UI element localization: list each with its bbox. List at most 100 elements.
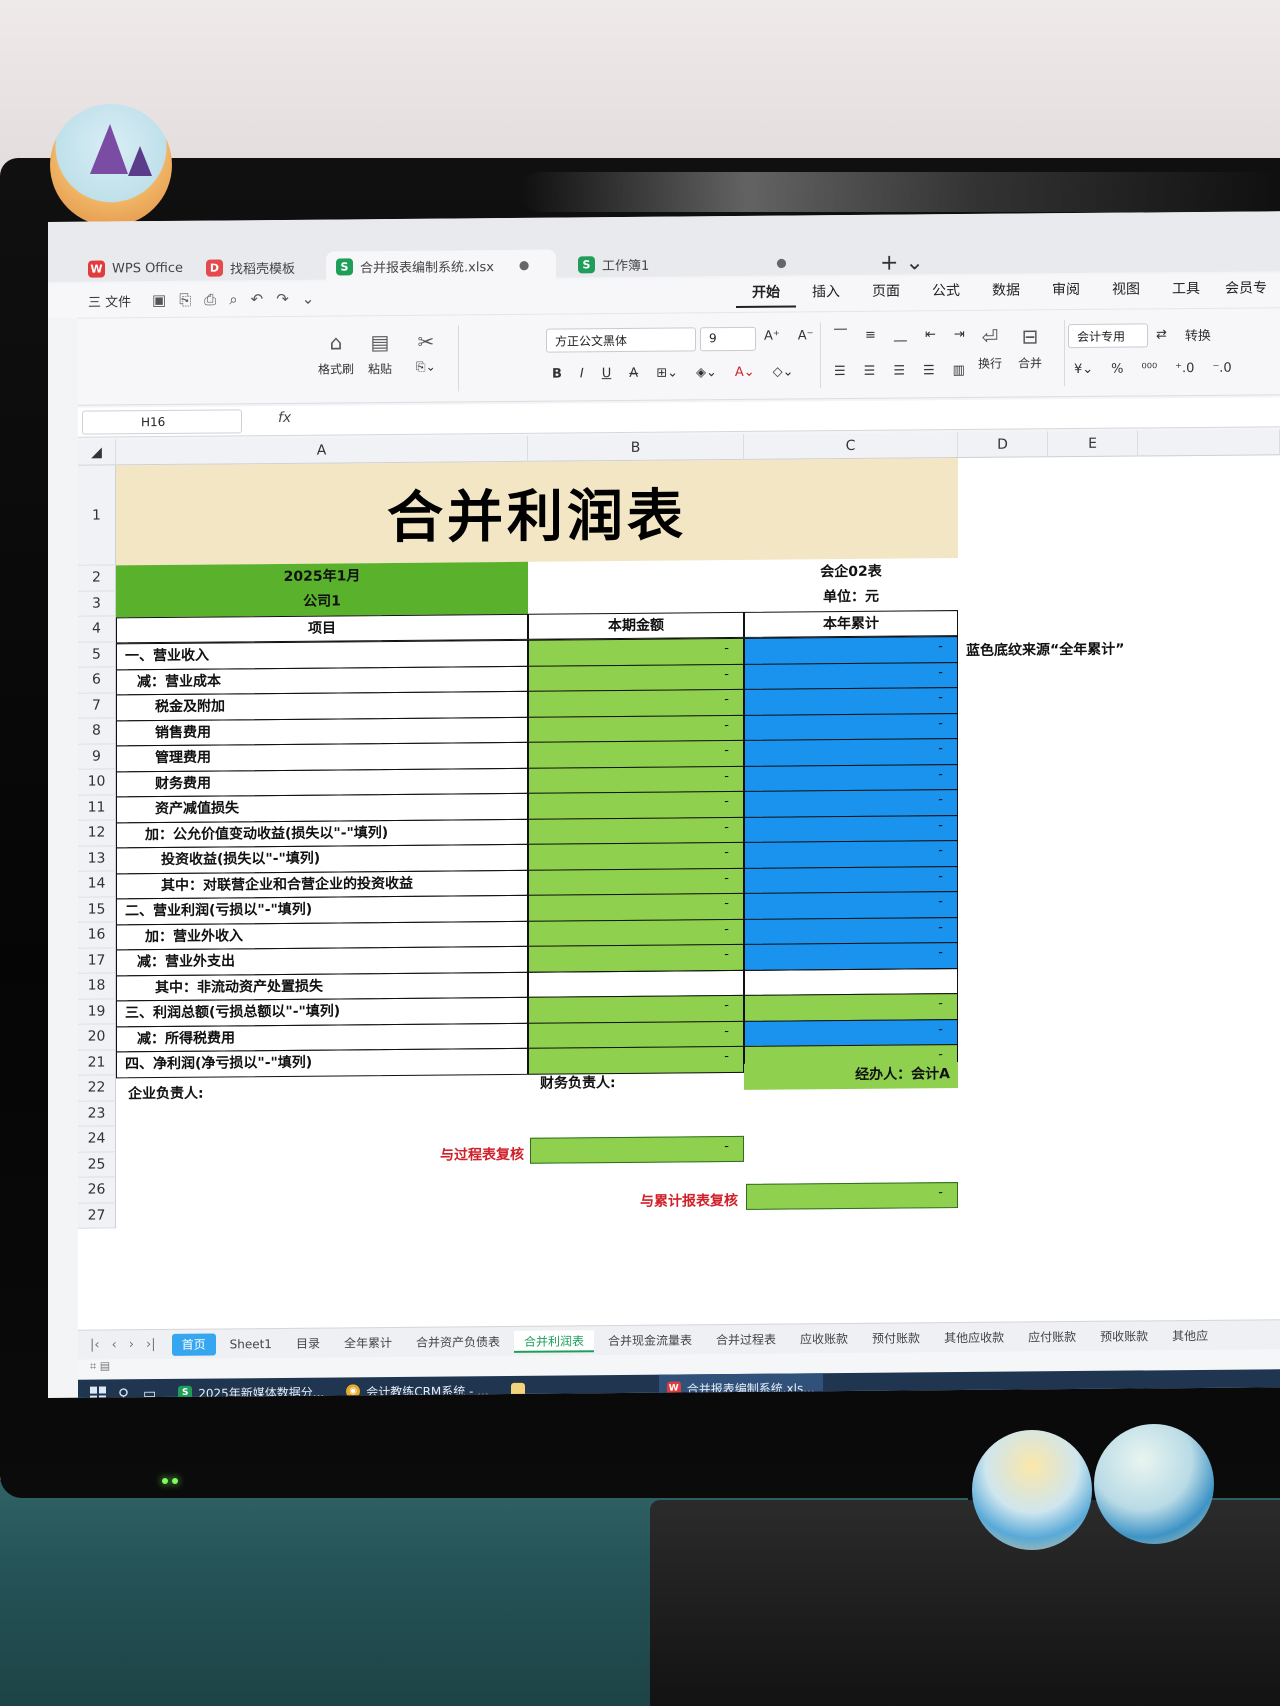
row-header[interactable]: 2 bbox=[78, 565, 116, 592]
row-header[interactable]: 25 bbox=[78, 1151, 116, 1178]
tab-home[interactable]: 开始 bbox=[736, 281, 796, 308]
select-all-corner[interactable]: ◢ bbox=[78, 439, 116, 466]
row-header[interactable]: 24 bbox=[78, 1126, 116, 1153]
percent-icon[interactable]: % bbox=[1111, 362, 1123, 377]
row-header[interactable]: 19 bbox=[78, 998, 116, 1025]
align-bottom-icon[interactable]: ⎽ bbox=[894, 328, 907, 343]
italic-icon[interactable]: I bbox=[580, 366, 584, 381]
align-center-icon[interactable]: ☰ bbox=[864, 364, 876, 379]
indent-increase-icon[interactable]: ⇥ bbox=[954, 327, 965, 342]
sheet-tab[interactable]: 预付账款 bbox=[862, 1327, 930, 1350]
align-middle-icon[interactable]: ≡ bbox=[865, 328, 876, 343]
sheet-tab[interactable]: 应付账款 bbox=[1018, 1325, 1086, 1348]
sheet-tab[interactable]: 合并利润表 bbox=[513, 1329, 594, 1353]
first-sheet-icon[interactable]: |‹ bbox=[90, 1338, 100, 1353]
underline-icon[interactable]: U bbox=[602, 366, 612, 381]
row-header[interactable]: 9 bbox=[78, 743, 116, 770]
task-view-icon[interactable]: ▭ bbox=[143, 1386, 156, 1398]
tab-view[interactable]: 视图 bbox=[1096, 278, 1156, 305]
row-header[interactable]: 23 bbox=[78, 1100, 116, 1127]
current-period-cell[interactable]: - bbox=[528, 714, 744, 743]
row-header[interactable]: 5 bbox=[78, 641, 116, 668]
tab-page[interactable]: 页面 bbox=[856, 280, 916, 307]
prev-sheet-icon[interactable]: ‹ bbox=[112, 1337, 117, 1352]
sheet-tab[interactable]: 全年累计 bbox=[334, 1331, 402, 1354]
current-period-cell[interactable] bbox=[528, 969, 744, 998]
current-period-cell[interactable]: - bbox=[528, 1045, 744, 1075]
year-to-date-cell[interactable]: - bbox=[744, 891, 958, 920]
year-to-date-cell[interactable]: - bbox=[744, 1018, 958, 1047]
font-grow-icon[interactable]: A⁺ bbox=[764, 329, 780, 344]
row-header[interactable]: 7 bbox=[78, 692, 116, 719]
current-period-cell[interactable]: - bbox=[528, 765, 744, 794]
year-to-date-cell[interactable]: - bbox=[744, 661, 958, 690]
year-to-date-cell[interactable]: - bbox=[744, 763, 958, 792]
windows-start-icon[interactable] bbox=[90, 1386, 106, 1398]
tab-formula[interactable]: 公式 bbox=[916, 280, 976, 307]
note-blue-source[interactable]: 蓝色底纹来源“全年累计” bbox=[966, 639, 1124, 660]
year-to-date-cell[interactable]: - bbox=[744, 738, 958, 767]
current-period-cell[interactable]: - bbox=[528, 637, 744, 667]
row-header[interactable]: 4 bbox=[78, 616, 116, 643]
sheet-tab[interactable]: Sheet1 bbox=[220, 1332, 282, 1355]
print-icon[interactable]: ⎙ bbox=[204, 291, 216, 309]
column-header[interactable]: D bbox=[958, 431, 1048, 459]
year-to-date-cell[interactable]: - bbox=[744, 942, 958, 971]
row-header[interactable]: 12 bbox=[78, 820, 116, 847]
fill-color-icon[interactable]: ◈⌄ bbox=[696, 365, 717, 380]
report-title[interactable]: 合并利润表 bbox=[116, 458, 958, 566]
new-tab-button[interactable]: + ⌄ bbox=[880, 250, 924, 275]
year-to-date-cell[interactable]: - bbox=[744, 636, 958, 665]
signer-handler[interactable]: 经办人：会计A bbox=[744, 1062, 958, 1090]
row-header[interactable]: 15 bbox=[78, 896, 116, 923]
header-year-to-date[interactable]: 本年累计 bbox=[744, 610, 958, 638]
bold-icon[interactable]: B bbox=[552, 367, 562, 382]
window-tab-workbook1[interactable]: S 工作簿1 ● bbox=[568, 247, 800, 279]
sheet-tab[interactable]: 预收账款 bbox=[1090, 1325, 1158, 1348]
chevron-down-icon[interactable]: ⌄ bbox=[302, 290, 315, 308]
copy-icon[interactable]: ⎘⌄ bbox=[416, 360, 436, 375]
current-period-cell[interactable]: - bbox=[528, 892, 744, 922]
column-header[interactable]: A bbox=[116, 435, 528, 466]
convert-button[interactable]: ⇄ 转换 bbox=[1156, 325, 1211, 344]
current-period-cell[interactable]: - bbox=[528, 816, 744, 845]
next-sheet-icon[interactable]: › bbox=[129, 1337, 134, 1352]
current-period-cell[interactable]: - bbox=[528, 739, 744, 769]
year-to-date-cell[interactable]: - bbox=[744, 789, 958, 818]
row-header[interactable]: 20 bbox=[78, 1024, 116, 1051]
window-tab-active-workbook[interactable]: S 合并报表编制系统.xlsx ● bbox=[326, 249, 556, 282]
row-header[interactable]: 3 bbox=[78, 590, 116, 617]
check-cumulative-value[interactable]: - bbox=[746, 1182, 958, 1210]
column-header[interactable]: E bbox=[1048, 430, 1138, 458]
current-period-cell[interactable]: - bbox=[528, 918, 744, 947]
row-header[interactable]: 13 bbox=[78, 845, 116, 872]
current-period-cell[interactable]: - bbox=[528, 1020, 744, 1049]
current-period-cell[interactable]: - bbox=[528, 790, 744, 820]
paste-button[interactable]: ▤ 粘贴 bbox=[368, 330, 392, 377]
column-header[interactable] bbox=[1138, 429, 1280, 457]
current-period-cell[interactable]: - bbox=[528, 841, 744, 871]
year-to-date-cell[interactable]: - bbox=[744, 840, 958, 869]
decimal-increase-icon[interactable]: ⁺.0 bbox=[1175, 361, 1194, 376]
sheet-tab[interactable]: 合并现金流量表 bbox=[598, 1329, 702, 1352]
border-icon[interactable]: ⊞⌄ bbox=[656, 366, 678, 381]
indent-decrease-icon[interactable]: ⇤ bbox=[925, 327, 936, 342]
sheet-tab[interactable]: 应收账款 bbox=[790, 1327, 858, 1350]
align-left-icon[interactable]: ☰ bbox=[834, 364, 846, 379]
line-item-label[interactable]: 四、净利润(净亏损以"-"填列) bbox=[116, 1047, 528, 1078]
check-process-value[interactable]: - bbox=[530, 1135, 744, 1164]
row-header[interactable]: 17 bbox=[78, 947, 116, 974]
row-header[interactable]: 10 bbox=[78, 769, 116, 796]
name-box[interactable]: H16 bbox=[82, 409, 242, 435]
currency-icon[interactable]: ¥⌄ bbox=[1074, 362, 1093, 377]
font-name-select[interactable]: 方正公文黑体 bbox=[546, 327, 696, 353]
year-to-date-cell[interactable]: - bbox=[744, 814, 958, 843]
row-header[interactable]: 26 bbox=[78, 1177, 116, 1204]
column-header[interactable]: B bbox=[528, 433, 744, 462]
row-header[interactable]: 16 bbox=[78, 922, 116, 949]
year-to-date-cell[interactable]: - bbox=[744, 993, 958, 1022]
font-color-icon[interactable]: A⌄ bbox=[735, 365, 755, 380]
sheet-tab[interactable]: 合并资产负债表 bbox=[406, 1330, 510, 1353]
column-header[interactable]: C bbox=[744, 432, 958, 460]
tab-tools[interactable]: 工具 bbox=[1156, 278, 1216, 305]
